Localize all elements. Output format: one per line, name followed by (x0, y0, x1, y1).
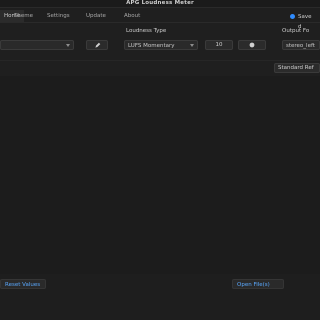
radio-selected-icon (290, 14, 295, 19)
output-format-select[interactable]: stereo_left (282, 40, 320, 50)
record-button[interactable] (238, 40, 266, 50)
pencil-icon (94, 42, 100, 48)
output-format-label: Output Fo (282, 28, 310, 34)
meter-panel (0, 76, 320, 274)
open-files-button[interactable]: Open File(s) (232, 279, 284, 289)
loudness-type-label: Loudness Type (126, 28, 167, 34)
record-icon (249, 42, 255, 48)
tab-settings[interactable]: Settings (43, 10, 74, 22)
tab-about[interactable]: About (120, 10, 144, 22)
controls-divider (0, 60, 320, 61)
open-files-label: Open File(s) (237, 282, 270, 288)
value-button[interactable]: 10 (205, 40, 233, 50)
footer-bar: Reset Values Open File(s) (0, 274, 320, 320)
standard-ref-button[interactable]: Standard Ref (274, 63, 320, 73)
loudness-type-value: LUFS Momentary (128, 43, 175, 49)
chevron-down-icon (190, 44, 194, 47)
tab-bar: Home Theme Settings Update About (0, 10, 320, 22)
tab-label: About (124, 13, 141, 19)
output-format-value: stereo_left (286, 43, 315, 49)
value-button-label: 10 (215, 42, 223, 48)
tab-update[interactable]: Update (82, 10, 110, 22)
tab-label: Update (86, 13, 106, 19)
tab-label: Settings (47, 13, 70, 19)
input-field[interactable] (0, 40, 74, 50)
reset-values-label: Reset Values (5, 282, 41, 288)
title-bar: APG Loudness Meter (0, 0, 320, 8)
standard-ref-label: Standard Ref (278, 65, 314, 71)
tab-theme[interactable]: Theme (10, 10, 37, 22)
loudness-type-select[interactable]: LUFS Momentary (124, 40, 198, 50)
edit-button[interactable] (86, 40, 108, 50)
chevron-down-icon (66, 44, 70, 47)
window-title: APG Loudness Meter (126, 0, 194, 6)
tab-label: Theme (14, 13, 33, 19)
tab-divider (0, 22, 320, 23)
reset-values-button[interactable]: Reset Values (0, 279, 46, 289)
